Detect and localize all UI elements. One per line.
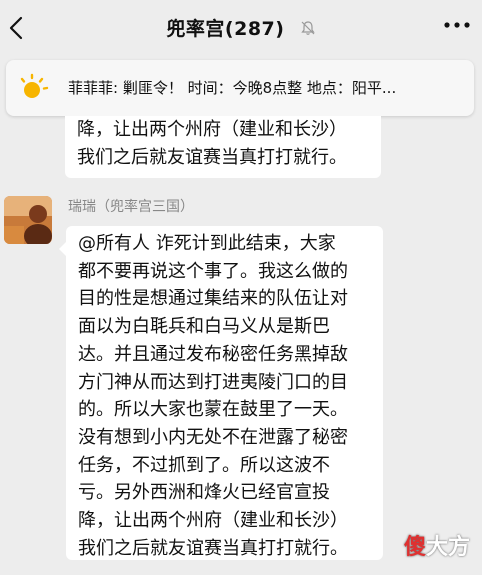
message-line: 方门神从而达到打进夷陵门口的目 xyxy=(78,371,348,393)
message-line: 达。并且通过发布秘密任务黑掉敌 xyxy=(78,343,348,365)
group-notice-banner[interactable]: 菲菲菲: 剿匪令！ 时间：今晚8点整 地点：阳平... xyxy=(6,60,474,116)
message-bubble[interactable]: @所有人 诈死计到此结束，大家 都不要再说这个事了。我这么做的 目的性是想通过集… xyxy=(59,226,383,560)
chat-title-group: 兜率宫(287) xyxy=(0,14,482,41)
avatar-image xyxy=(4,196,52,244)
watermark-part: 傻 xyxy=(403,535,426,560)
message-line: 没有想到小内无处不在泄露了秘密 xyxy=(78,426,348,448)
message-line: 我们之后就友谊赛当真打打就行。 xyxy=(77,146,347,168)
message-line: 都不要再说这个事了。我这么做的 xyxy=(78,260,348,282)
message-line: 我们之后就友谊赛当真打打就行。 xyxy=(78,537,348,559)
message-line: @所有人 诈死计到此结束，大家 xyxy=(78,233,336,254)
watermark-part: 大方 xyxy=(425,535,470,560)
sun-icon xyxy=(20,73,49,98)
message-line: 亏。另外西洲和烽火已经官宣投 xyxy=(78,482,330,504)
message-line: 降，让出两个州府（建业和长沙） xyxy=(77,119,347,140)
message-line: 面以为白毦兵和白马义从是斯巴 xyxy=(78,316,330,338)
message-line: 的。所以大家也蒙在鼓里了一天。 xyxy=(78,399,348,421)
message-line: 降，让出两个州府（建业和长沙） xyxy=(78,510,348,532)
notice-text: 菲菲菲: 剿匪令！ 时间：今晚8点整 地点：阳平... xyxy=(68,79,397,97)
message-line: 目的性是想通过集结来的队伍让对 xyxy=(78,288,348,310)
message-line: 任务，不过抓到了。所以这波不 xyxy=(78,454,330,476)
sender-name: 瑞瑞（兜率宫三国） xyxy=(68,199,194,215)
message-list[interactable]: 降，让出两个州府（建业和长沙） 我们之后就友谊赛当真打打就行。 瑞瑞（兜率宫三国… xyxy=(0,116,482,575)
chat-title: 兜率宫(287) xyxy=(166,18,285,40)
chat-header: 兜率宫(287) xyxy=(0,0,482,56)
message-bubble[interactable]: 降，让出两个州府（建业和长沙） 我们之后就友谊赛当真打打就行。 xyxy=(65,116,381,178)
watermark: 傻大方 xyxy=(404,529,470,561)
more-dots-icon[interactable] xyxy=(442,20,472,30)
bell-off-icon xyxy=(300,20,315,35)
avatar[interactable] xyxy=(4,196,52,244)
